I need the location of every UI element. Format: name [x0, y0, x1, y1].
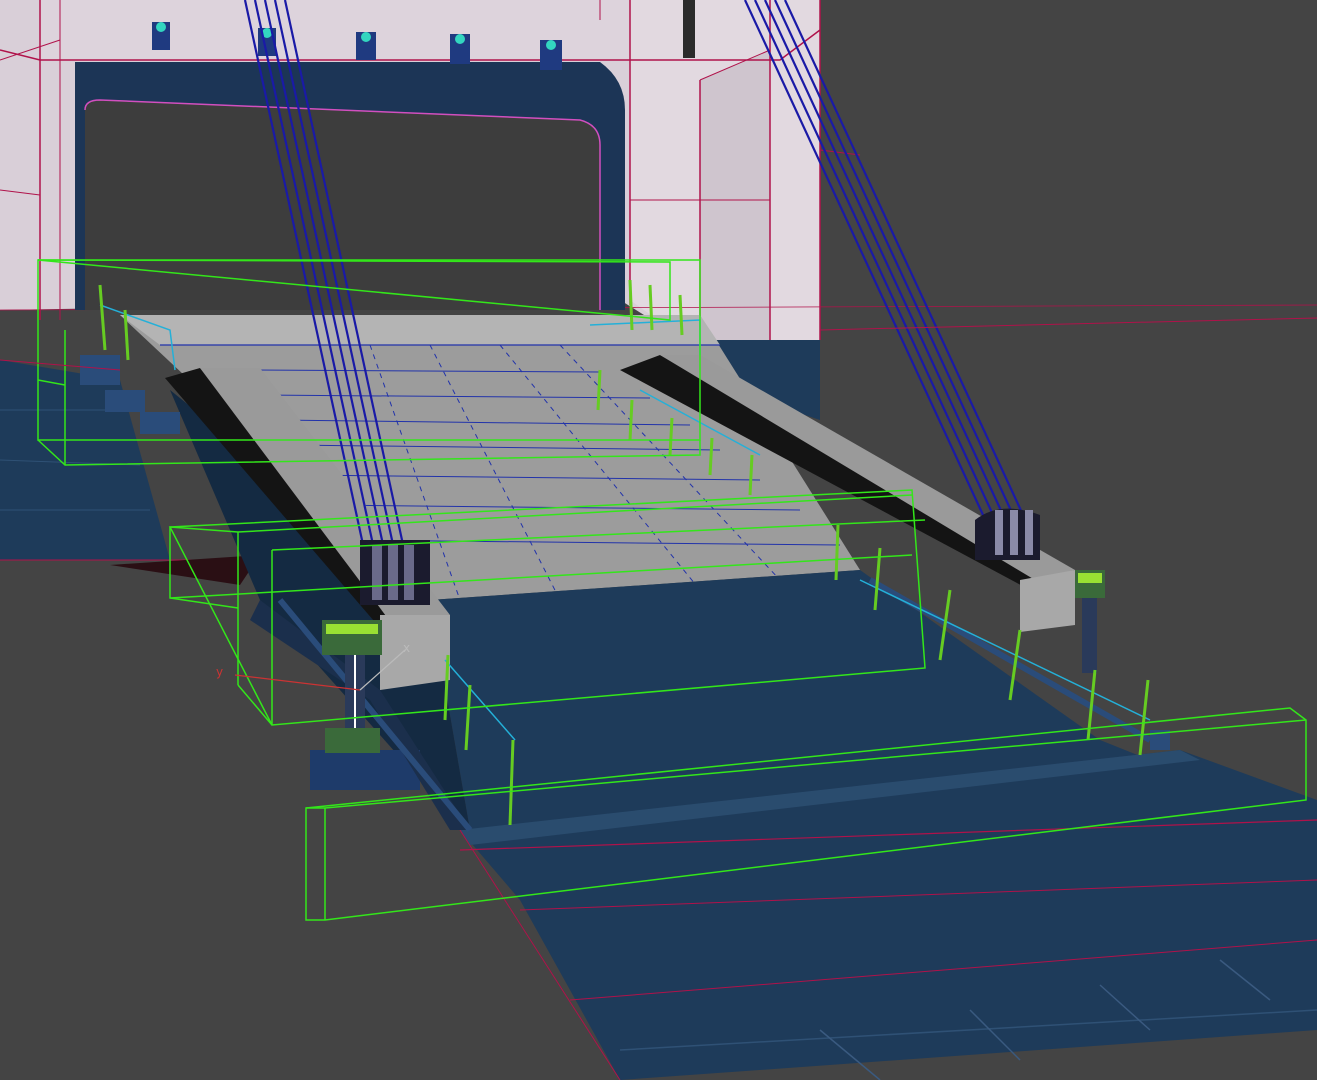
scene-render[interactable]: y x	[0, 0, 1317, 1080]
stern-door-opening	[75, 62, 625, 310]
gizmo-x-label: x	[403, 641, 410, 655]
3d-viewport[interactable]: y x	[0, 0, 1317, 1080]
gizmo-y-label: y	[216, 665, 223, 679]
